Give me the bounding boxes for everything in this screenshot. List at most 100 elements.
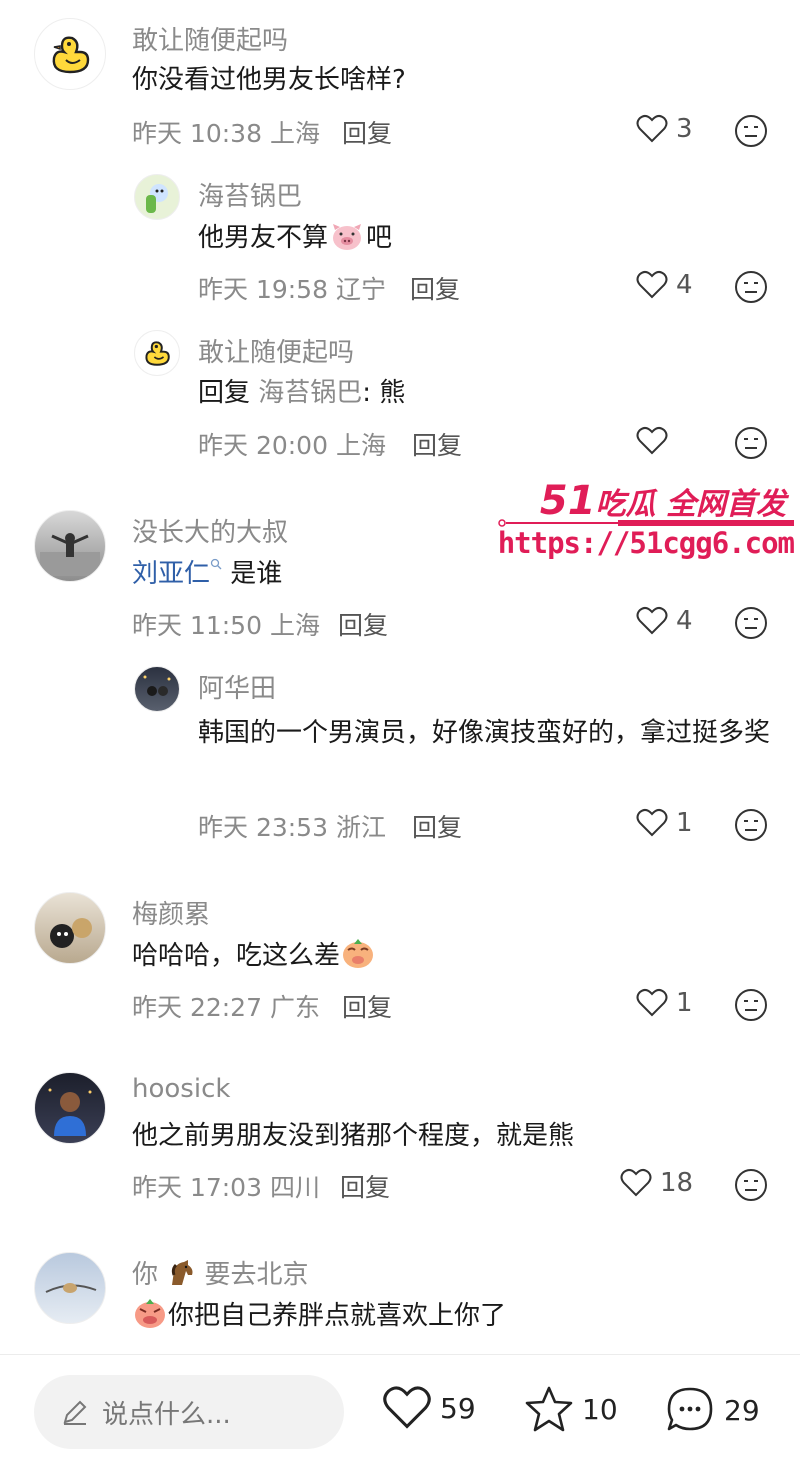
comment-input[interactable]: 说点什么... xyxy=(34,1375,344,1449)
person-photo-icon xyxy=(48,1088,92,1136)
favorite-button[interactable]: 10 xyxy=(524,1385,618,1433)
comment-meta: 昨天 22:27 广东 xyxy=(132,993,320,1022)
dislike-face-icon[interactable] xyxy=(734,426,768,460)
reply-button[interactable]: 回复 xyxy=(342,988,392,1024)
avatar[interactable] xyxy=(34,892,106,964)
like-button[interactable]: 3 xyxy=(636,114,693,144)
reply-button[interactable]: 回复 xyxy=(338,606,388,642)
dislike-face-icon[interactable] xyxy=(734,988,768,1022)
comment-author[interactable]: 梅颜累 xyxy=(132,894,210,931)
like-count: 4 xyxy=(676,270,693,300)
person-photo-icon xyxy=(40,533,100,576)
comment-meta: 昨天 19:58 辽宁 xyxy=(198,275,386,304)
comment-author[interactable]: 你 要去北京 xyxy=(132,1254,309,1291)
avatar[interactable] xyxy=(34,1072,106,1144)
comment-author[interactable]: hoosick xyxy=(132,1074,230,1104)
avatar[interactable] xyxy=(34,510,106,582)
reply-button[interactable]: 回复 xyxy=(342,114,392,150)
duck-icon xyxy=(52,36,90,74)
reply-button[interactable]: 回复 xyxy=(412,808,462,844)
heart-icon xyxy=(636,270,668,299)
like-button[interactable]: 1 xyxy=(636,988,693,1018)
heart-icon xyxy=(620,1168,652,1197)
avatar[interactable] xyxy=(34,1252,106,1324)
comment-input-placeholder: 说点什么... xyxy=(102,1399,231,1430)
dislike-face-icon[interactable] xyxy=(734,808,768,842)
heart-icon xyxy=(636,114,668,143)
comment-author[interactable]: 敢让随便起吗 xyxy=(132,20,288,57)
comment-text-after: 吧 xyxy=(366,223,393,253)
avatar[interactable] xyxy=(134,174,180,220)
search-icon xyxy=(210,558,222,570)
like-button[interactable] xyxy=(636,426,676,456)
heart-icon xyxy=(636,808,668,837)
dislike-face-icon[interactable] xyxy=(734,270,768,304)
comment-text: 刘亚仁 是谁 xyxy=(132,554,282,594)
like-count: 1 xyxy=(676,988,693,1018)
reply-button[interactable]: 回复 xyxy=(340,1168,390,1204)
reply-button[interactable]: 回复 xyxy=(412,426,462,462)
pig-crying-emoji-icon xyxy=(135,1299,165,1328)
heart-icon xyxy=(636,988,668,1017)
comment-meta: 昨天 17:03 四川 xyxy=(132,1173,320,1202)
comments-button[interactable]: 29 xyxy=(664,1385,760,1435)
reply-target-name[interactable]: 海苔锅巴 xyxy=(258,378,362,408)
pig-face-emoji-icon xyxy=(333,224,362,250)
watermark: 51吃瓜 全网首发 https://51cgg6.com xyxy=(497,478,795,568)
comment-count: 29 xyxy=(724,1393,760,1427)
like-button[interactable]: 18 xyxy=(620,1168,693,1198)
comment-meta: 昨天 23:53 浙江 xyxy=(198,813,386,842)
heart-icon xyxy=(383,1386,431,1429)
comment-author[interactable]: 敢让随便起吗 xyxy=(198,332,354,369)
spoon-photo-icon xyxy=(45,1283,97,1293)
comment-text: 你没看过他男友长啥样? xyxy=(132,65,406,95)
comment-bubble-icon xyxy=(667,1387,713,1431)
avatar[interactable] xyxy=(34,18,106,90)
pig-crying-emoji-icon xyxy=(343,939,374,968)
like-post-button[interactable]: 59 xyxy=(382,1385,476,1431)
like-count: 1 xyxy=(676,808,693,838)
watermark-url: https://51cgg6.com xyxy=(497,526,795,560)
author-name-before: 你 xyxy=(132,1260,159,1290)
comment-meta: 昨天 10:38 上海 xyxy=(132,119,320,148)
author-name-after: 要去北京 xyxy=(204,1260,309,1290)
avatar[interactable] xyxy=(134,330,180,376)
pencil-icon xyxy=(63,1400,87,1425)
comment-text-body: : 熊 xyxy=(362,378,406,408)
dislike-face-icon[interactable] xyxy=(734,114,768,148)
comment-author[interactable]: 海苔锅巴 xyxy=(198,176,302,213)
dislike-face-icon[interactable] xyxy=(734,606,768,640)
like-button[interactable]: 1 xyxy=(636,808,693,838)
like-button[interactable]: 4 xyxy=(636,270,693,300)
comment-author[interactable]: 阿华田 xyxy=(198,668,276,705)
reply-prefix: 回复 xyxy=(198,378,251,408)
comment-meta: 昨天 11:50 上海 xyxy=(132,611,320,640)
watermark-brand-text: 吃瓜 全网首发 xyxy=(595,487,786,522)
duck-icon xyxy=(145,341,170,366)
comment-author[interactable]: 没长大的大叔 xyxy=(132,512,288,549)
plush-toy-icon xyxy=(50,918,92,948)
comment-text: 他男友不算 吧 xyxy=(198,218,392,258)
comment-meta: 昨天 20:00 上海 xyxy=(198,431,386,460)
favorite-count: 10 xyxy=(582,1392,618,1426)
horse-emoji-icon xyxy=(172,1260,193,1285)
like-count: 4 xyxy=(676,606,693,636)
post-like-count: 59 xyxy=(440,1391,476,1425)
comment-text-body: 是谁 xyxy=(222,559,283,589)
avatar[interactable] xyxy=(134,666,180,712)
comment-text: 回复 海苔锅巴: 熊 xyxy=(198,373,405,413)
mention-link[interactable]: 刘亚仁 xyxy=(132,559,210,589)
star-icon xyxy=(525,1386,573,1432)
night-photo-icon xyxy=(143,675,171,696)
like-count: 3 xyxy=(676,114,693,144)
reply-button[interactable]: 回复 xyxy=(410,270,460,306)
comment-text: 他之前男朋友没到猪那个程度，就是熊 xyxy=(132,1121,575,1151)
heart-icon xyxy=(636,426,668,455)
comment-text-body: 你把自己养胖点就喜欢上你了 xyxy=(168,1301,507,1331)
dislike-face-icon[interactable] xyxy=(734,1168,768,1202)
comment-text: 哈哈哈，吃这么差 xyxy=(132,936,376,976)
like-count: 18 xyxy=(660,1168,694,1198)
bottom-action-bar: 说点什么... 59 10 29 xyxy=(0,1354,800,1465)
like-button[interactable]: 4 xyxy=(636,606,693,636)
comment-text-before: 他男友不算 xyxy=(198,223,329,253)
